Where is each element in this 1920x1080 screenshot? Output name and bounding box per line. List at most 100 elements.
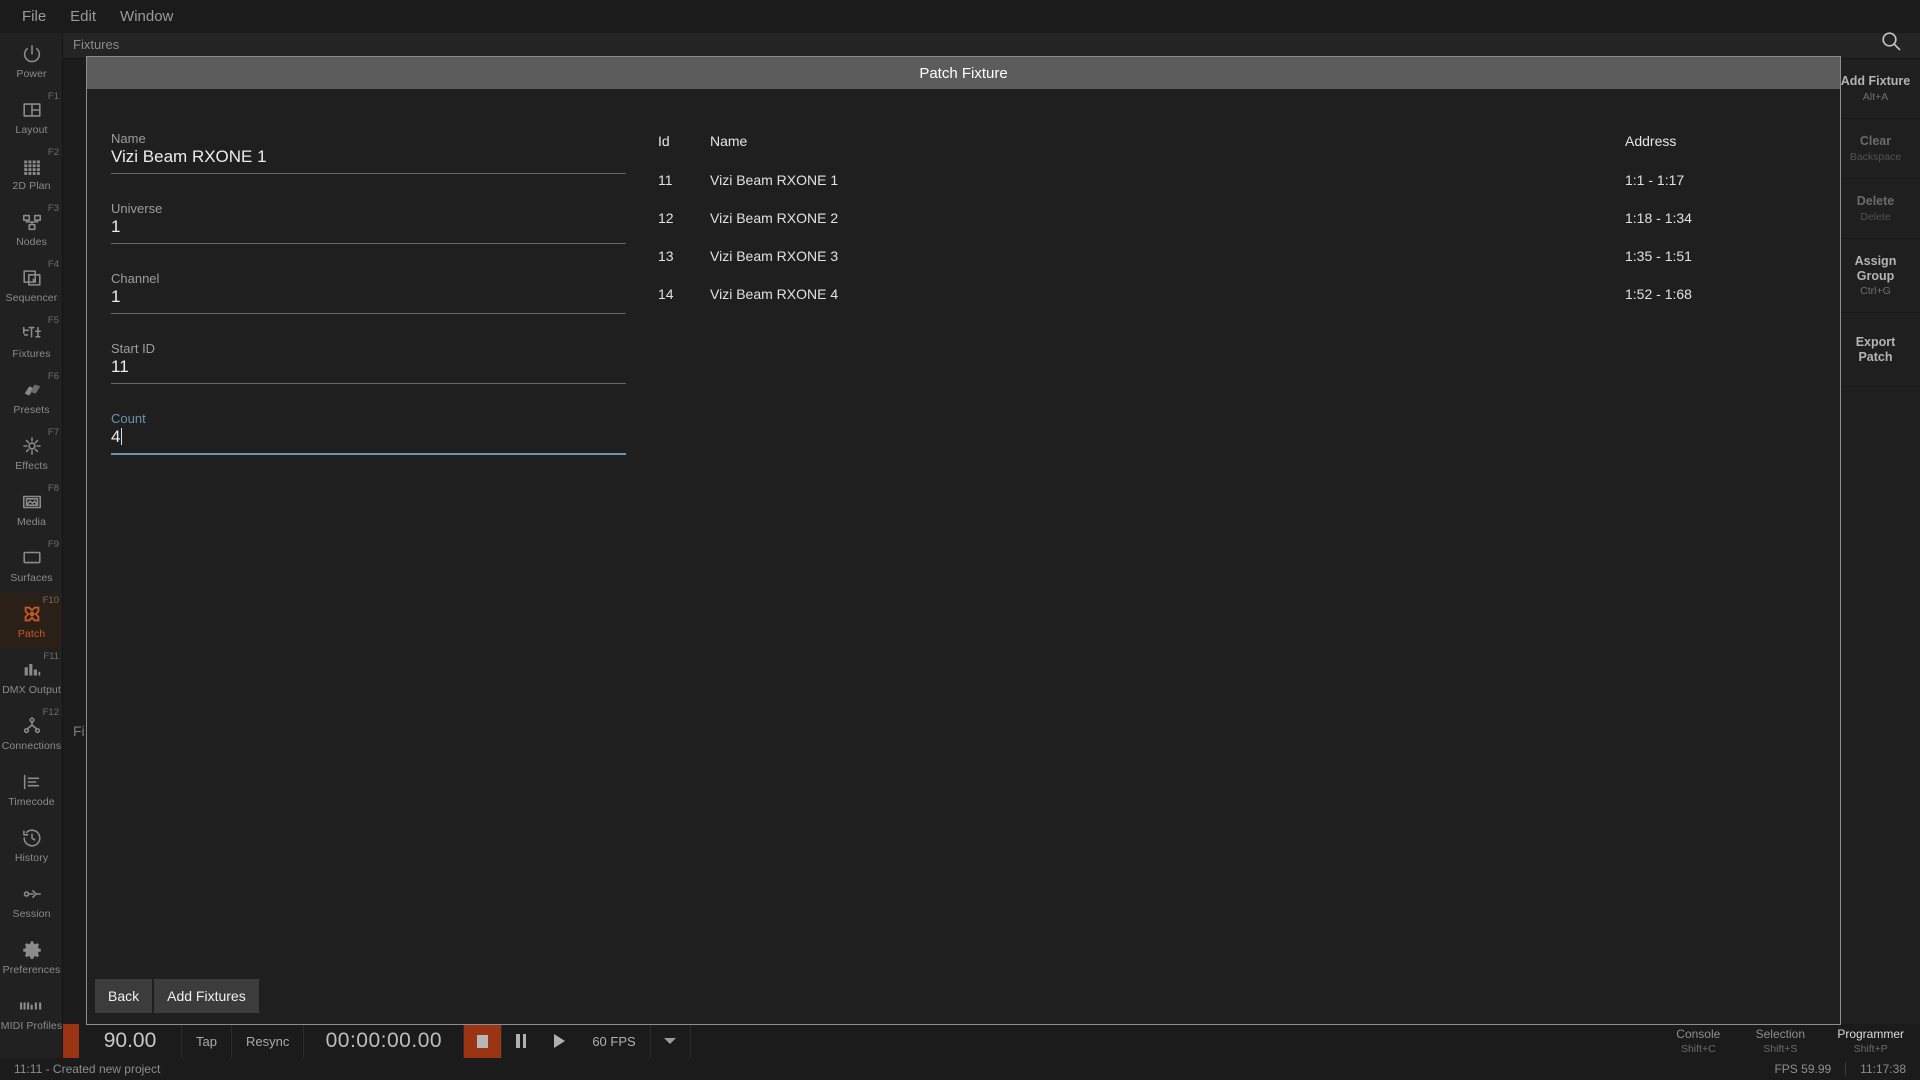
sidebar-item-label: Presets bbox=[13, 403, 50, 416]
cell-address: 1:18 - 1:34 bbox=[1625, 210, 1692, 226]
field-name: Name Vizi Beam RXONE 1 bbox=[111, 131, 626, 174]
sidebar-item-patch[interactable]: F10 Patch bbox=[0, 593, 62, 649]
fixture-form: Name Vizi Beam RXONE 1 Universe 1 Channel 1 St… bbox=[87, 89, 632, 968]
text-caret bbox=[121, 428, 123, 445]
sidebar-item-2d-plan[interactable]: F2 2D Plan bbox=[0, 145, 62, 201]
history-icon bbox=[21, 827, 43, 850]
effects-icon bbox=[21, 435, 43, 458]
sidebar-item-power[interactable]: Power bbox=[0, 33, 62, 89]
search-icon[interactable] bbox=[1880, 30, 1902, 57]
bpm-value[interactable]: 90.00 bbox=[79, 1024, 182, 1058]
sidebar-item-connections[interactable]: F12 Connections bbox=[0, 705, 62, 761]
workspace-panel-tab[interactable]: Fi bbox=[73, 723, 85, 739]
sidebar-item-label: Effects bbox=[15, 459, 48, 472]
table-row[interactable]: 12 Vizi Beam RXONE 2 1:18 - 1:34 bbox=[648, 199, 1840, 237]
patch-action-shortcut: Delete bbox=[1860, 210, 1891, 223]
status-right-group: FPS 59.99 11:17:38 bbox=[1760, 1062, 1920, 1076]
column-header-address[interactable]: Address bbox=[1625, 125, 1840, 161]
sidebar-item-label: Timecode bbox=[8, 795, 55, 808]
sidebar-item-label: Layout bbox=[15, 123, 48, 136]
patch-action-label: Assign Group bbox=[1854, 254, 1897, 283]
sidebar-item-effects[interactable]: F7 Effects bbox=[0, 425, 62, 481]
sidebar-item-label: History bbox=[14, 851, 49, 864]
cell-address: 1:52 - 1:68 bbox=[1625, 286, 1692, 302]
back-button[interactable]: Back bbox=[95, 979, 153, 1013]
sidebar-item-label: Power bbox=[16, 67, 47, 80]
tap-button[interactable]: Tap bbox=[182, 1024, 232, 1058]
sidebar-item-nodes[interactable]: F3 Nodes bbox=[0, 201, 62, 257]
timecode-icon bbox=[21, 771, 43, 794]
field-label-name: Name bbox=[111, 131, 146, 146]
session-icon bbox=[21, 883, 43, 906]
sidebar-item-media[interactable]: F8 Media bbox=[0, 481, 62, 537]
patch-action-clear[interactable]: Clear Backspace bbox=[1831, 119, 1920, 179]
sidebar-item-label: Sequencer bbox=[5, 291, 58, 304]
fps-select-value[interactable]: 60 FPS bbox=[578, 1024, 651, 1058]
sidebar-item-shortcut: F3 bbox=[47, 203, 59, 214]
table-row[interactable]: 13 Vizi Beam RXONE 3 1:35 - 1:51 bbox=[648, 237, 1840, 275]
pause-button[interactable] bbox=[502, 1024, 540, 1058]
menu-item-window[interactable]: Window bbox=[108, 5, 185, 28]
sidebar-item-fixtures[interactable]: F5 Fixtures bbox=[0, 313, 62, 369]
chevron-down-icon bbox=[664, 1038, 677, 1044]
fps-select-toggle[interactable] bbox=[651, 1024, 691, 1058]
presets-icon bbox=[21, 379, 43, 402]
sidebar-item-label: Surfaces bbox=[10, 571, 53, 584]
sidebar-item-history[interactable]: History bbox=[0, 817, 62, 873]
input-count[interactable]: 4 bbox=[111, 427, 626, 455]
patch-action-add-fixture[interactable]: Add Fixture Alt+A bbox=[1831, 59, 1920, 119]
sidebar-item-shortcut: F1 bbox=[47, 91, 59, 102]
input-name[interactable]: Vizi Beam RXONE 1 bbox=[111, 147, 626, 174]
input-channel[interactable]: 1 bbox=[111, 287, 626, 314]
patch-action-delete[interactable]: Delete Delete bbox=[1831, 179, 1920, 239]
sidebar-item-layout[interactable]: F1 Layout bbox=[0, 89, 62, 145]
timecode-value[interactable]: 00:00:00.00 bbox=[304, 1024, 465, 1058]
grid-icon bbox=[21, 155, 43, 178]
resync-button[interactable]: Resync bbox=[232, 1024, 305, 1058]
cell-name: Vizi Beam RXONE 1 bbox=[710, 172, 839, 188]
stop-button[interactable] bbox=[464, 1024, 503, 1058]
sidebar-item-label: MIDI Profiles bbox=[0, 1019, 63, 1032]
sidebar-item-timecode[interactable]: Timecode bbox=[0, 761, 62, 817]
sidebar-item-surfaces[interactable]: F9 Surfaces bbox=[0, 537, 62, 593]
record-indicator[interactable] bbox=[63, 1024, 79, 1058]
fixtures-icon bbox=[21, 323, 43, 346]
sidebar-item-presets[interactable]: F6 Presets bbox=[0, 369, 62, 425]
play-button[interactable] bbox=[540, 1024, 578, 1058]
transport-tab-selection[interactable]: Selection Shift+S bbox=[1739, 1024, 1821, 1058]
sidebar-rail: Power F1 Layout F2 2D Plan F3 Nodes F4 Sequencer… bbox=[0, 33, 63, 1058]
table-row[interactable]: 11 Vizi Beam RXONE 1 1:1 - 1:17 bbox=[648, 161, 1840, 199]
sidebar-item-preferences[interactable]: Preferences bbox=[0, 929, 62, 985]
patch-action-label: Add Fixture bbox=[1840, 74, 1911, 89]
transport-tab-shortcut: Shift+C bbox=[1680, 1043, 1716, 1055]
cell-id: 14 bbox=[658, 286, 674, 302]
sidebar-item-sequencer[interactable]: F4 Sequencer bbox=[0, 257, 62, 313]
patch-action-assign-group[interactable]: Assign Group Ctrl+G bbox=[1831, 239, 1920, 313]
sidebar-item-midi-profiles[interactable]: MIDI Profiles bbox=[0, 985, 63, 1041]
transport-tab-console[interactable]: Console Shift+C bbox=[1657, 1024, 1739, 1058]
add-fixtures-button[interactable]: Add Fixtures bbox=[154, 979, 259, 1013]
column-header-id[interactable]: Id bbox=[648, 125, 710, 161]
workspace-tab-fixtures[interactable]: Fixtures bbox=[73, 37, 119, 52]
patch-action-export-patch[interactable]: Export Patch bbox=[1831, 313, 1920, 387]
sidebar-item-shortcut: F5 bbox=[47, 315, 59, 326]
input-universe[interactable]: 1 bbox=[111, 217, 626, 244]
sidebar-item-session[interactable]: Session bbox=[0, 873, 62, 929]
transport-tab-label: Console bbox=[1676, 1027, 1721, 1041]
menu-item-edit[interactable]: Edit bbox=[58, 5, 108, 28]
sidebar-item-extra-18[interactable] bbox=[0, 1041, 62, 1058]
table-row[interactable]: 14 Vizi Beam RXONE 4 1:52 - 1:68 bbox=[648, 275, 1840, 313]
sidebar-item-label: Nodes bbox=[16, 235, 47, 248]
surfaces-icon bbox=[21, 547, 43, 570]
sidebar-item-dmx-output[interactable]: F11 DMX Output bbox=[0, 649, 62, 705]
sidebar-item-label: Connections bbox=[1, 739, 62, 752]
menu-item-file[interactable]: File bbox=[10, 5, 58, 28]
transport-tab-programmer[interactable]: Programmer Shift+P bbox=[1821, 1024, 1920, 1058]
patch-action-shortcut: Alt+A bbox=[1862, 90, 1889, 103]
stop-icon bbox=[477, 1034, 489, 1048]
field-label-universe: Universe bbox=[111, 201, 163, 216]
sidebar-item-shortcut: F7 bbox=[47, 427, 59, 438]
input-start-id[interactable]: 11 bbox=[111, 357, 626, 384]
cell-address: 1:1 - 1:17 bbox=[1625, 172, 1685, 188]
column-header-name[interactable]: Name bbox=[710, 125, 1625, 161]
